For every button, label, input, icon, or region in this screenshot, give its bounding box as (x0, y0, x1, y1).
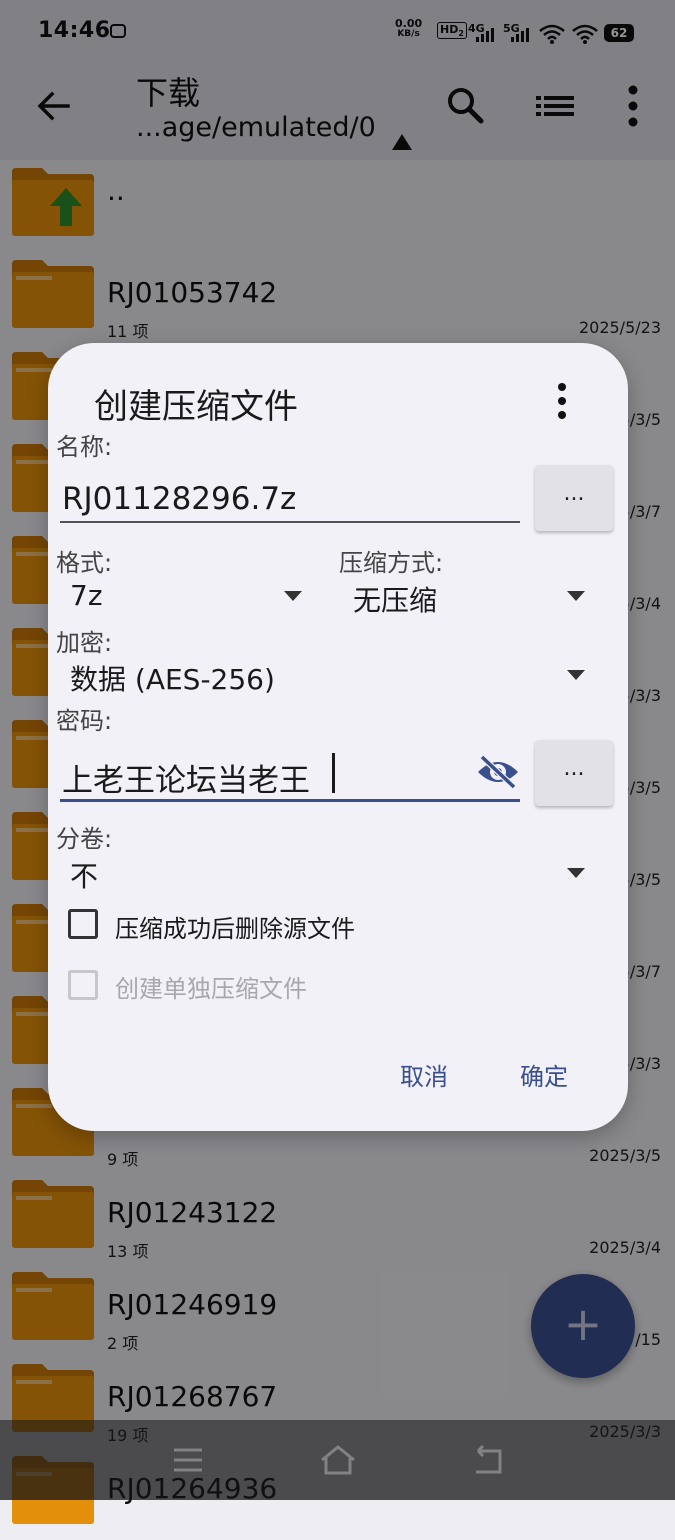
format-label: 格式: (56, 549, 113, 577)
method-dropdown-icon[interactable] (567, 591, 585, 601)
cancel-button[interactable]: 取消 (400, 1057, 448, 1092)
split-select[interactable]: 不 (70, 855, 98, 895)
password-input-underline (60, 799, 520, 802)
password-label: 密码: (56, 707, 113, 735)
encryption-select[interactable]: 数据 (AES-256) (70, 658, 275, 698)
encryption-label: 加密: (56, 629, 113, 657)
create-archive-dialog: 创建压缩文件 名称: RJ01128296.7z ... 格式: 7z 压缩方式… (48, 343, 628, 1131)
delete-source-checkbox[interactable] (68, 909, 98, 939)
method-label: 压缩方式: (339, 549, 444, 577)
separate-archives-checkbox (68, 970, 98, 1000)
text-caret (332, 753, 335, 793)
visibility-off-icon[interactable] (476, 755, 520, 789)
name-input-underline (60, 521, 520, 523)
dialog-overflow-menu-icon[interactable] (550, 381, 574, 421)
encryption-dropdown-icon[interactable] (567, 670, 585, 680)
browse-name-button[interactable]: ... (535, 465, 613, 531)
password-input[interactable]: 上老王论坛当老王 (62, 755, 310, 800)
dialog-title: 创建压缩文件 (94, 387, 298, 427)
delete-source-label[interactable]: 压缩成功后删除源文件 (115, 909, 355, 944)
split-dropdown-icon[interactable] (567, 868, 585, 878)
name-label: 名称: (56, 433, 113, 461)
ok-button[interactable]: 确定 (520, 1057, 568, 1092)
archive-name-input[interactable]: RJ01128296.7z (62, 481, 296, 517)
format-dropdown-icon[interactable] (284, 591, 302, 601)
password-options-button[interactable]: ... (535, 740, 613, 806)
split-label: 分卷: (56, 825, 113, 853)
separate-archives-label: 创建单独压缩文件 (115, 975, 307, 1003)
compression-method-select[interactable]: 无压缩 (353, 579, 437, 619)
format-select[interactable]: 7z (70, 579, 103, 612)
